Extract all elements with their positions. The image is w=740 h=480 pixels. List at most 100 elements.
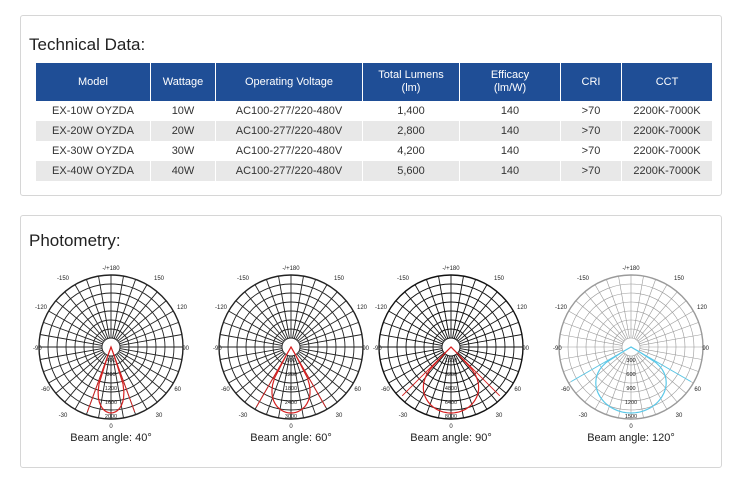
grid-spoke [55, 352, 105, 394]
column-header-text: (lm) [401, 82, 421, 94]
grid-spoke [117, 300, 167, 342]
angle-label: -60 [41, 387, 50, 393]
table-row: EX-40W OYZDA 40W AC100-277/220-480V 5,600 14… [36, 161, 712, 181]
angle-label: -120 [215, 305, 228, 311]
beam-angle-caption: Beam angle: 120° [587, 432, 675, 444]
cell-model: EX-30W OYZDA [36, 141, 151, 161]
column-header-cri: CRI [560, 63, 622, 101]
cell-model: EX-20W OYZDA [36, 121, 151, 141]
angle-label: 150 [154, 276, 165, 282]
cell-operating-voltage: AC100-277/220-480V [215, 101, 363, 121]
angle-label: 90 [522, 346, 529, 352]
cell-total-lumens: 2,800 [362, 121, 460, 141]
grid-spoke [563, 349, 623, 372]
radial-intensity-label: 1600 [105, 400, 117, 406]
radial-intensity-label: 8000 [445, 414, 457, 420]
grid-spoke [457, 300, 507, 342]
radial-intensity-label: 1200 [105, 386, 117, 392]
cell-efficacy: 140 [459, 141, 561, 161]
angle-label: -120 [375, 305, 388, 311]
grid-spoke [244, 353, 286, 403]
angle-label: 30 [156, 413, 163, 419]
grid-spoke [64, 353, 106, 403]
polar-chart-svg: 1600 3200 4800 6400 8000 -/+180 -150 150 -120 120… [373, 266, 530, 430]
angle-label: -30 [59, 413, 68, 419]
cell-cct: 2200K-7000K [621, 121, 712, 141]
radial-intensity-label: 800 [106, 372, 115, 378]
column-header-operating-voltage: Operating Voltage [215, 63, 363, 101]
angle-label: 0 [109, 424, 113, 430]
cell-wattage: 40W [150, 161, 216, 181]
table-row: EX-10W OYZDA 10W AC100-277/220-480V 1,400 14… [36, 101, 712, 121]
radial-intensity-label: 2400 [285, 400, 297, 406]
angle-label: 150 [674, 276, 685, 282]
column-header-text: CCT [655, 75, 679, 88]
radial-intensity-label: 300 [626, 358, 635, 364]
grid-spoke [639, 322, 699, 345]
cell-wattage: 10W [150, 101, 216, 121]
angle-label: -/+180 [282, 266, 300, 272]
radial-intensity-label: 1200 [625, 400, 637, 406]
grid-spoke [606, 279, 629, 339]
grid-spoke [584, 291, 626, 341]
radial-intensity-label: 600 [286, 358, 295, 364]
angle-label: -150 [397, 276, 410, 282]
grid-spoke [636, 353, 678, 403]
grid-spoke [457, 352, 507, 394]
column-header-text: Operating Voltage [244, 75, 334, 88]
radial-intensity-label: 1500 [625, 414, 637, 420]
angle-label: 60 [694, 387, 701, 393]
cell-cri: >70 [560, 161, 622, 181]
column-header-text: (lm/W) [493, 82, 527, 94]
radial-intensity-label: 1800 [285, 386, 297, 392]
radial-intensity-label: 6400 [445, 400, 457, 406]
angle-label: 60 [174, 387, 181, 393]
radial-intensity-label: 4800 [445, 386, 457, 392]
grid-spoke [116, 291, 158, 341]
angle-label: 150 [494, 276, 505, 282]
cell-cct: 2200K-7000K [621, 101, 712, 121]
technical-data-title: Technical Data: [29, 35, 146, 54]
angle-label: -90 [213, 346, 222, 352]
grid-spoke [632, 276, 644, 339]
grid-spoke [636, 291, 678, 341]
radial-intensity-label: 600 [626, 372, 635, 378]
column-header-total-lumens: Total Lumens (lm) [362, 63, 460, 101]
angle-label: -/+180 [102, 266, 120, 272]
angle-label: -150 [577, 276, 590, 282]
grid-spoke [296, 291, 338, 341]
polar-diagram: 600 1200 1800 2400 3000 -/+180 -150 150 -120 120-… [211, 263, 371, 436]
radial-intensity-label: 3200 [445, 372, 457, 378]
table-row: EX-20W OYZDA 20W AC100-277/220-480V 2,800 14… [36, 121, 712, 141]
cell-efficacy: 140 [459, 121, 561, 141]
angle-label: 0 [449, 424, 453, 430]
column-header-wattage: Wattage [150, 63, 216, 101]
angle-label: -/+180 [442, 266, 460, 272]
column-header-text: Model [78, 75, 108, 88]
grid-spoke [64, 291, 106, 341]
angle-label: -30 [579, 413, 588, 419]
column-header-cct: CCT [621, 63, 712, 101]
column-header-text: Efficacy [490, 69, 530, 81]
angle-label: -30 [239, 413, 248, 419]
grid-spoke [639, 349, 699, 372]
angle-label: 120 [517, 305, 528, 311]
column-header-text: CRI [581, 75, 601, 88]
polar-chart-svg: 400 800 1200 1600 2000 -/+180 -150 150 -120 120 -9… [33, 266, 190, 430]
polar-diagram: 400 800 1200 1600 2000 -/+180 -150 150 -120 120 -9… [31, 263, 191, 436]
grid-spoke [235, 300, 285, 342]
cell-model: EX-10W OYZDA [36, 101, 151, 121]
grid-spoke [116, 353, 158, 403]
polar-chart-svg: 30060090012001500-/+180-150 150-120 120-90… [553, 266, 710, 430]
cell-cri: >70 [560, 101, 622, 121]
angle-label: -30 [399, 413, 408, 419]
beam-angle-caption: Beam angle: 60° [250, 432, 332, 444]
grid-spoke [618, 276, 630, 339]
technical-data-card: Technical Data: Model Wattage Operating … [20, 15, 722, 196]
polar-chart-svg: 6001200180024003000-/+180-150 150-120 120-… [213, 266, 370, 430]
cell-model: EX-40W OYZDA [36, 161, 151, 181]
angle-label: -90 [553, 346, 562, 352]
angle-label: -60 [221, 387, 230, 393]
column-header-text: Wattage [162, 75, 204, 88]
radial-intensity-label: 1200 [285, 372, 297, 378]
